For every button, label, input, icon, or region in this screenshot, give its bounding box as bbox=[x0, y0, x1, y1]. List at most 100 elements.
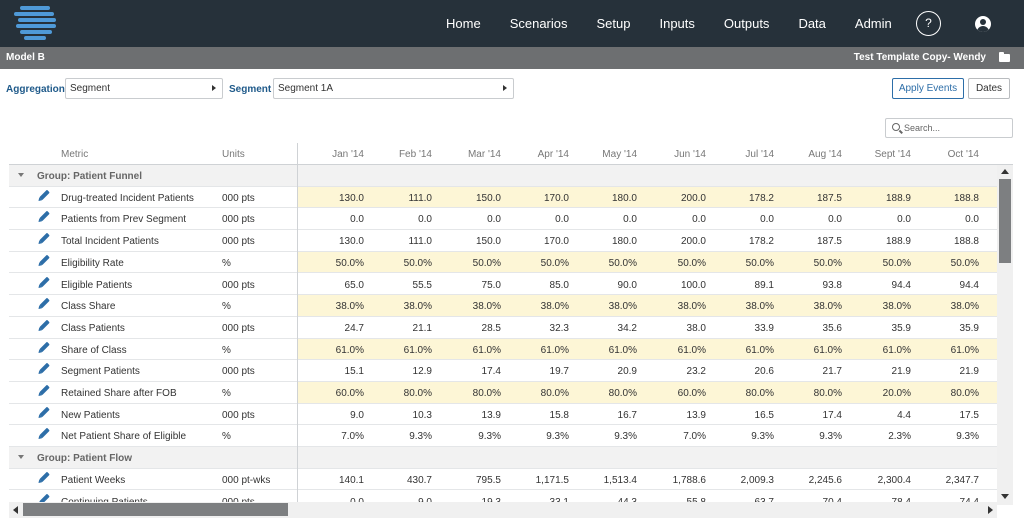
value-cell[interactable]: 80.0% bbox=[372, 388, 432, 399]
value-cell[interactable]: 61.0% bbox=[714, 345, 774, 356]
value-cell[interactable]: 178.2 bbox=[714, 193, 774, 204]
vertical-scroll-thumb[interactable] bbox=[999, 179, 1011, 263]
value-cell[interactable]: 38.0% bbox=[851, 301, 911, 312]
dates-button[interactable]: Dates bbox=[968, 78, 1010, 99]
value-cell[interactable]: 50.0% bbox=[304, 258, 364, 269]
value-cell[interactable]: 80.0% bbox=[441, 388, 501, 399]
value-cell[interactable]: 38.0% bbox=[714, 301, 774, 312]
group-row[interactable]: Group: Patient Funnel bbox=[9, 165, 997, 187]
value-cell[interactable]: 61.0% bbox=[919, 345, 979, 356]
pencil-icon[interactable] bbox=[39, 297, 50, 309]
pencil-icon[interactable] bbox=[39, 232, 50, 244]
value-cell[interactable]: 38.0% bbox=[577, 301, 637, 312]
value-cell[interactable]: 170.0 bbox=[509, 193, 569, 204]
pencil-icon[interactable] bbox=[39, 211, 50, 222]
apply-events-button[interactable]: Apply Events bbox=[892, 78, 964, 99]
value-cell[interactable]: 61.0% bbox=[646, 345, 706, 356]
month-column-header[interactable]: Jan '14 bbox=[304, 149, 364, 160]
month-column-header[interactable]: Mar '14 bbox=[441, 149, 501, 160]
value-cell[interactable]: 61.0% bbox=[441, 345, 501, 356]
value-cell[interactable]: 60.0% bbox=[304, 388, 364, 399]
value-cell[interactable]: 50.0% bbox=[919, 258, 979, 269]
user-circle-icon[interactable] bbox=[975, 16, 991, 32]
scroll-right-icon[interactable] bbox=[988, 506, 993, 514]
scroll-left-icon[interactable] bbox=[13, 506, 18, 514]
nav-item-admin[interactable]: Admin bbox=[855, 16, 892, 31]
value-cell[interactable]: 61.0% bbox=[782, 345, 842, 356]
value-cell[interactable]: 61.0% bbox=[304, 345, 364, 356]
collapse-caret-icon[interactable] bbox=[18, 173, 24, 177]
nav-item-outputs[interactable]: Outputs bbox=[724, 16, 770, 31]
pencil-icon[interactable] bbox=[39, 471, 50, 483]
value-cell[interactable]: 50.0% bbox=[509, 258, 569, 269]
value-cell[interactable]: 38.0% bbox=[441, 301, 501, 312]
search-input[interactable] bbox=[904, 121, 1008, 135]
value-cell[interactable]: 38.0% bbox=[372, 301, 432, 312]
value-cell[interactable]: 187.5 bbox=[782, 193, 842, 204]
folder-icon[interactable] bbox=[999, 52, 1010, 62]
value-cell[interactable]: 50.0% bbox=[851, 258, 911, 269]
nav-item-inputs[interactable]: Inputs bbox=[659, 16, 694, 31]
scroll-up-icon[interactable] bbox=[1001, 169, 1009, 174]
value-cell[interactable]: 20.0% bbox=[851, 388, 911, 399]
pencil-icon[interactable] bbox=[39, 276, 50, 287]
value-cell[interactable]: 38.0% bbox=[646, 301, 706, 312]
collapse-caret-icon[interactable] bbox=[18, 455, 24, 460]
pencil-icon[interactable] bbox=[39, 254, 50, 266]
value-cell[interactable]: 50.0% bbox=[646, 258, 706, 269]
value-cell[interactable]: 61.0% bbox=[372, 345, 432, 356]
value-cell[interactable]: 80.0% bbox=[509, 388, 569, 399]
month-column-header[interactable]: Jul '14 bbox=[714, 149, 774, 160]
segment-select[interactable]: Segment 1A bbox=[273, 78, 514, 99]
nav-item-data[interactable]: Data bbox=[798, 16, 825, 31]
value-cell[interactable]: 50.0% bbox=[714, 258, 774, 269]
value-cell[interactable]: 200.0 bbox=[646, 193, 706, 204]
aggregation-select[interactable]: Segment bbox=[65, 78, 223, 99]
value-cell[interactable]: 61.0% bbox=[509, 345, 569, 356]
units-column-header[interactable]: Units bbox=[222, 149, 245, 160]
pencil-icon[interactable] bbox=[39, 406, 50, 417]
value-cell[interactable]: 38.0% bbox=[782, 301, 842, 312]
value-cell[interactable]: 38.0% bbox=[919, 301, 979, 312]
value-cell[interactable]: 50.0% bbox=[372, 258, 432, 269]
value-cell[interactable]: 80.0% bbox=[714, 388, 774, 399]
pencil-icon[interactable] bbox=[39, 189, 50, 200]
value-cell[interactable]: 50.0% bbox=[577, 258, 637, 269]
nav-item-home[interactable]: Home bbox=[446, 16, 481, 31]
value-cell[interactable]: 188.8 bbox=[919, 193, 979, 204]
horizontal-scroll-thumb[interactable] bbox=[23, 503, 288, 516]
value-cell[interactable]: 180.0 bbox=[577, 193, 637, 204]
value-cell[interactable]: 60.0% bbox=[646, 388, 706, 399]
month-column-header[interactable]: Jun '14 bbox=[646, 149, 706, 160]
pencil-icon[interactable] bbox=[39, 428, 50, 439]
stacked-lines-logo[interactable] bbox=[14, 6, 60, 40]
value-cell[interactable]: 80.0% bbox=[577, 388, 637, 399]
month-column-header[interactable]: May '14 bbox=[577, 149, 637, 160]
value-cell[interactable]: 111.0 bbox=[372, 193, 432, 204]
value-cell[interactable]: 130.0 bbox=[304, 193, 364, 204]
value-cell[interactable]: 188.9 bbox=[851, 193, 911, 204]
value-cell[interactable]: 150.0 bbox=[441, 193, 501, 204]
pencil-icon[interactable] bbox=[39, 319, 50, 331]
nav-item-scenarios[interactable]: Scenarios bbox=[510, 16, 568, 31]
horizontal-scrollbar[interactable] bbox=[9, 502, 997, 518]
scroll-down-icon[interactable] bbox=[1001, 494, 1009, 499]
help-button[interactable]: ? bbox=[916, 11, 941, 36]
value-cell[interactable]: 50.0% bbox=[441, 258, 501, 269]
group-row[interactable]: Group: Patient Flow bbox=[9, 447, 997, 469]
month-column-header[interactable]: Oct '14 bbox=[919, 149, 979, 160]
value-cell[interactable]: 50.0% bbox=[782, 258, 842, 269]
metric-column-header[interactable]: Metric bbox=[61, 149, 88, 160]
vertical-scrollbar[interactable] bbox=[997, 165, 1013, 505]
pencil-icon[interactable] bbox=[39, 384, 50, 396]
month-column-header[interactable]: Aug '14 bbox=[782, 149, 842, 160]
value-cell[interactable]: 61.0% bbox=[577, 345, 637, 356]
pencil-icon[interactable] bbox=[39, 362, 50, 374]
value-cell[interactable]: 38.0% bbox=[304, 301, 364, 312]
value-cell[interactable]: 61.0% bbox=[851, 345, 911, 356]
nav-item-setup[interactable]: Setup bbox=[597, 16, 631, 31]
month-column-header[interactable]: Sept '14 bbox=[851, 149, 911, 160]
value-cell[interactable]: 80.0% bbox=[919, 388, 979, 399]
value-cell[interactable]: 38.0% bbox=[509, 301, 569, 312]
value-cell[interactable]: 80.0% bbox=[782, 388, 842, 399]
